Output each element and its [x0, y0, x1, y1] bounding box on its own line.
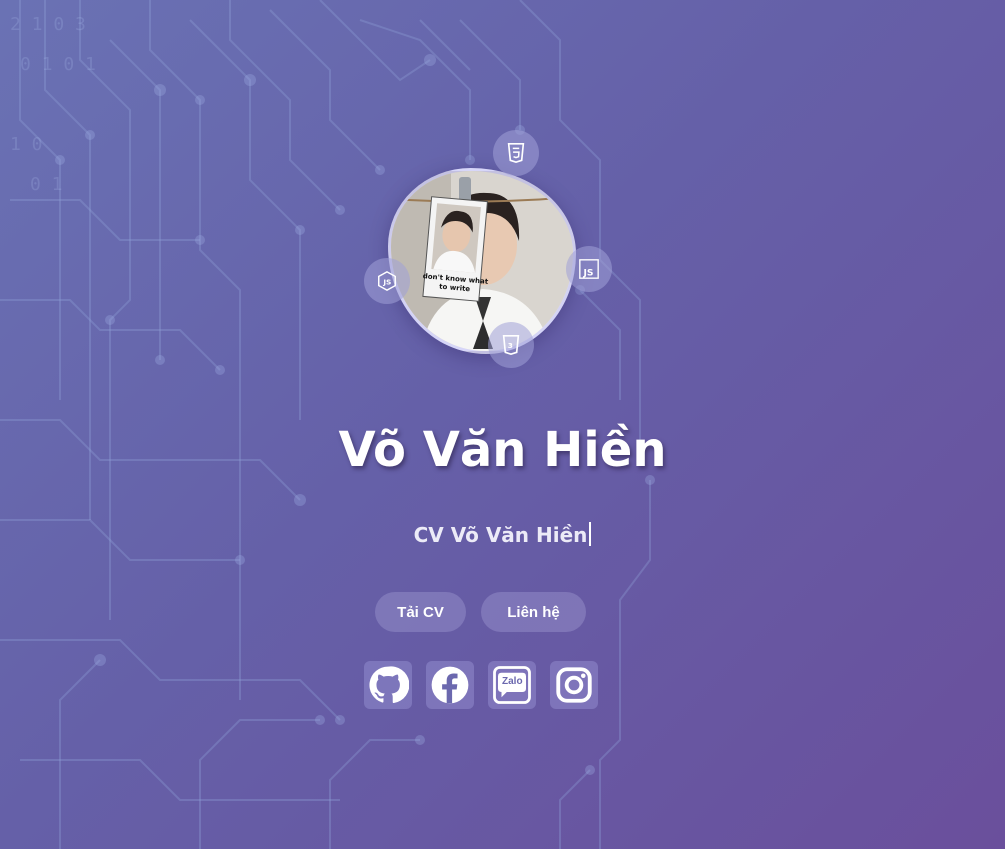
nodejs-badge: JS	[364, 258, 410, 304]
typing-caret	[589, 522, 592, 546]
download-cv-button[interactable]: Tải CV	[375, 592, 466, 632]
html5-badge	[493, 130, 539, 176]
facebook-link[interactable]	[426, 661, 474, 709]
contact-button[interactable]: Liên hệ	[481, 592, 586, 632]
nodejs-icon: JS	[378, 270, 396, 292]
github-link[interactable]	[364, 661, 412, 709]
javascript-icon: JS	[579, 259, 599, 279]
facebook-icon	[431, 666, 469, 704]
profile-name: Võ Văn Hiền	[338, 422, 667, 478]
instagram-link[interactable]	[550, 661, 598, 709]
css3-icon: 3	[502, 335, 520, 356]
javascript-badge: JS	[566, 246, 612, 292]
profile-photo	[391, 171, 573, 351]
instagram-icon	[556, 667, 592, 703]
svg-text:JS: JS	[382, 278, 391, 287]
avatar: don't know what to write	[388, 168, 576, 354]
github-icon	[369, 666, 409, 704]
hero-section: don't know what to write JS JS 3 Võ Văn …	[0, 0, 1005, 849]
zalo-link[interactable]: Zalo	[488, 661, 536, 709]
profile-subtitle-line: CV Võ Văn Hiền	[0, 522, 1005, 547]
html5-icon	[507, 143, 525, 164]
css3-badge: 3	[488, 322, 534, 368]
avatar-container: don't know what to write JS JS 3	[364, 130, 612, 368]
zalo-label: Zalo	[502, 676, 523, 687]
svg-text:3: 3	[508, 341, 513, 350]
svg-text:JS: JS	[583, 267, 594, 278]
profile-subtitle: CV Võ Văn Hiền	[413, 523, 588, 547]
